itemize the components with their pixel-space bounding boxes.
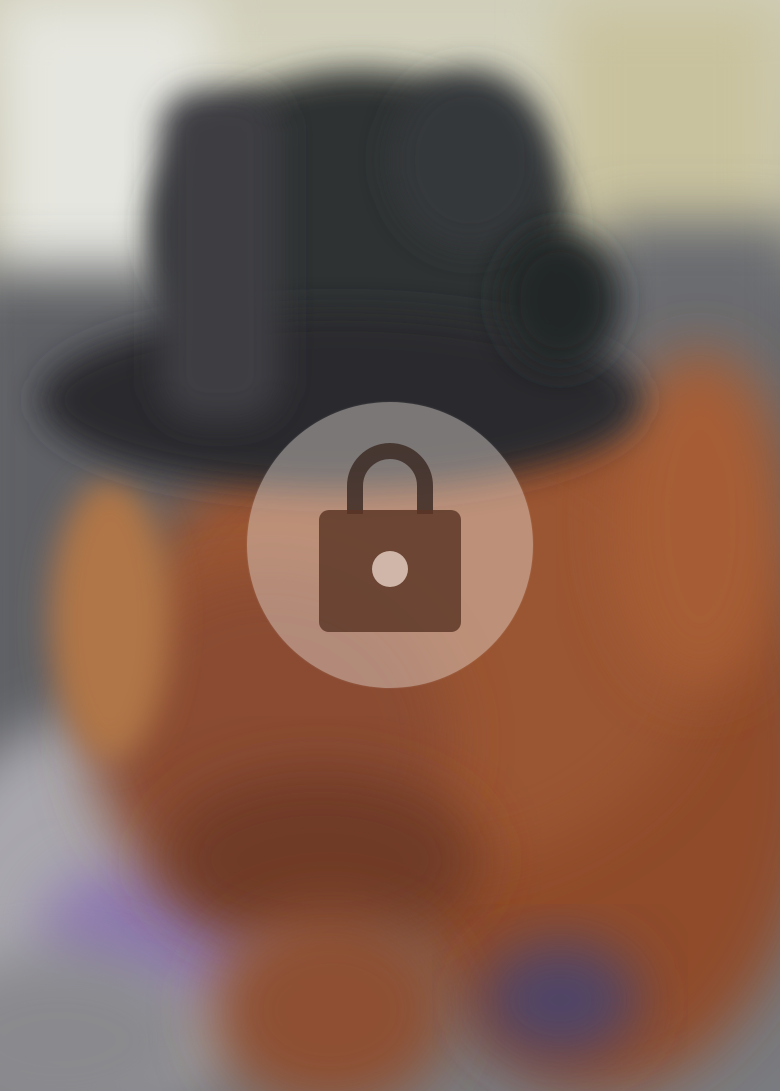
lock-button[interactable] — [247, 402, 533, 688]
lock-icon — [319, 443, 461, 632]
locked-photo-screen — [0, 0, 780, 1091]
